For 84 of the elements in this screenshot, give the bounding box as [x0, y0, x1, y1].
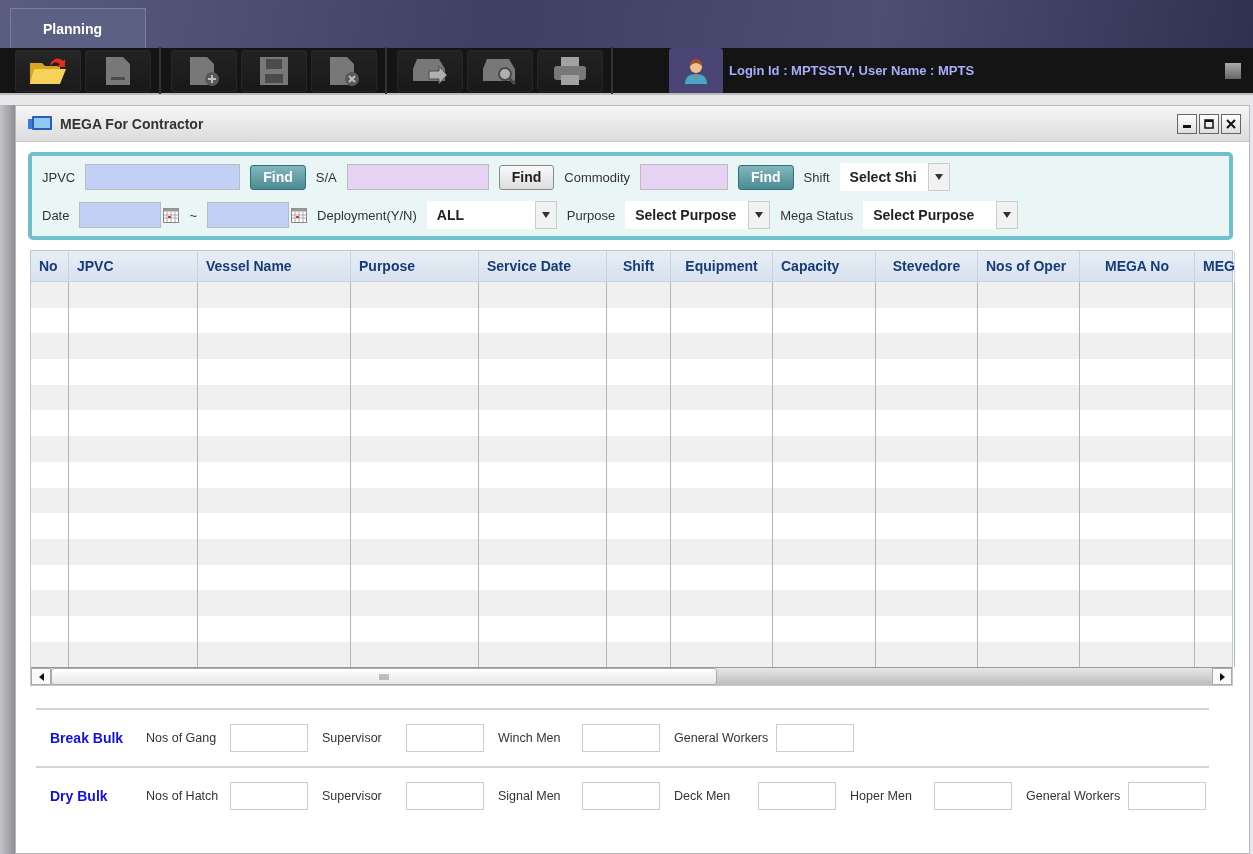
window-title: MEGA For Contractor: [60, 115, 204, 132]
horizontal-scrollbar[interactable]: [31, 667, 1232, 686]
column-header[interactable]: MEGA No: [1080, 251, 1195, 281]
column-header[interactable]: Shift: [607, 251, 671, 281]
left-arrow-icon: [38, 672, 44, 681]
minimize-icon: [1183, 124, 1191, 128]
count-field[interactable]: [582, 782, 660, 811]
date-field[interactable]: [79, 202, 162, 228]
document-plus-icon: [188, 54, 220, 87]
close-button[interactable]: [1221, 113, 1241, 134]
text-field[interactable]: [346, 164, 489, 190]
calendar-icon[interactable]: [291, 207, 308, 223]
find-button[interactable]: Find: [498, 164, 555, 190]
open-button[interactable]: [15, 49, 81, 92]
status-square-icon: [1225, 62, 1241, 79]
date-field[interactable]: [207, 202, 290, 228]
count-field[interactable]: [934, 782, 1012, 811]
field-label: Deck Men: [674, 789, 732, 804]
count-field[interactable]: [1128, 782, 1207, 811]
column-header[interactable]: Stevedore: [876, 251, 978, 281]
field-label: S/A: [315, 169, 337, 185]
right-arrow-icon: [1219, 672, 1225, 681]
column-header[interactable]: Nos of Oper: [978, 251, 1080, 281]
caret-icon: [934, 174, 943, 180]
count-field[interactable]: [406, 724, 484, 753]
calendar-icon[interactable]: [163, 207, 180, 223]
count-field[interactable]: [758, 782, 836, 811]
field-label: Date: [42, 207, 70, 223]
field-label: Nos of Gang: [146, 731, 218, 746]
select-field[interactable]: Select Purpose: [625, 201, 771, 229]
field-label: General Workers: [1026, 789, 1121, 804]
field-label: Nos of Hatch: [146, 789, 220, 804]
count-field[interactable]: [582, 724, 660, 753]
document-icon: [104, 54, 132, 87]
count-field[interactable]: [776, 724, 855, 753]
printer-icon: [552, 54, 588, 87]
field-label: Deployment(Y/N): [317, 207, 417, 223]
field-label: Mega Status: [780, 207, 854, 223]
select-field[interactable]: Select Shi: [839, 163, 950, 191]
section-title: Dry Bulk: [50, 788, 109, 805]
user-button[interactable]: [669, 48, 723, 93]
maximize-button[interactable]: [1199, 113, 1219, 134]
module-tab[interactable]: Planning: [10, 8, 146, 48]
column-header[interactable]: No: [31, 251, 69, 281]
minimize-button[interactable]: [1177, 113, 1197, 134]
close-icon: [1226, 118, 1236, 129]
caret-icon: [541, 212, 550, 218]
caret-icon: [755, 212, 764, 218]
column-header[interactable]: Purpose: [351, 251, 479, 281]
count-field[interactable]: [230, 724, 308, 753]
field-label: General Workers: [674, 731, 769, 746]
field-label: Supervisor: [322, 731, 383, 746]
field-label: Supervisor: [322, 789, 383, 804]
text-field[interactable]: [640, 164, 729, 190]
column-header[interactable]: Equipment: [671, 251, 773, 281]
column-header[interactable]: Capacity: [773, 251, 876, 281]
column-header[interactable]: MEG: [1195, 251, 1235, 281]
maximize-icon: [1204, 118, 1214, 129]
field-label: JPVC: [42, 169, 76, 185]
field-label: Commodity: [564, 169, 631, 185]
count-field[interactable]: [230, 782, 308, 811]
select-field[interactable]: ALL: [426, 201, 557, 229]
section-title: Break Bulk: [50, 730, 125, 747]
select-field[interactable]: Select Purpose: [863, 201, 1019, 229]
grip-icon: [379, 673, 389, 680]
caret-icon: [1003, 212, 1012, 218]
column-header[interactable]: Service Date: [479, 251, 607, 281]
scroll-left-button[interactable]: [31, 668, 51, 686]
field-label: Purpose: [566, 207, 616, 223]
column-header[interactable]: JPVC: [69, 251, 198, 281]
field-label: ~: [189, 207, 198, 223]
login-info: Login Id : MPTSSTV, User Name : MPTS: [729, 63, 975, 78]
field-label: Shift: [803, 169, 830, 185]
text-field[interactable]: [85, 164, 241, 190]
field-label: Signal Men: [498, 789, 562, 804]
count-field[interactable]: [406, 782, 484, 811]
field-label: Hoper Men: [850, 789, 913, 804]
scroll-right-button[interactable]: [1212, 668, 1232, 686]
document-delete-icon: [328, 54, 360, 87]
field-label: Winch Men: [498, 731, 562, 746]
user-icon: [683, 57, 709, 84]
column-header[interactable]: Vessel Name: [198, 251, 351, 281]
scroll-thumb[interactable]: [51, 668, 717, 686]
window-icon: [28, 114, 52, 133]
